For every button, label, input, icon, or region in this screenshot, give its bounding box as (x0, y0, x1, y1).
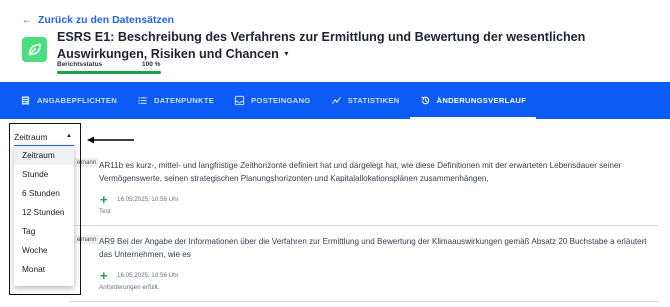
tab-datenpunkte[interactable]: DATENPUNKTE (127, 82, 224, 119)
entry-note: Anforderungen erfüllt. (99, 284, 160, 291)
page-title-text: ESRS E1: Beschreibung des Verfahrens zur… (57, 30, 586, 61)
tab-angabepflichten[interactable]: ANGABEPFLICHTEN (10, 82, 127, 119)
caret-down-icon[interactable]: ▾ (284, 49, 288, 58)
list-icon (138, 97, 147, 104)
tab-posteingang[interactable]: POSTEINGANG (224, 82, 320, 119)
divider (70, 225, 658, 226)
entry-note: Test (99, 208, 111, 215)
timeframe-select-value: Zeitraum (14, 132, 48, 142)
leaf-icon (22, 37, 47, 62)
menu-item-stunde[interactable]: Stunde (14, 165, 74, 184)
tab-aenderungsverlauf[interactable]: ÄNDERUNGSVERLAUF (409, 82, 537, 119)
divider (70, 301, 658, 302)
caret-up-icon: ▲ (66, 133, 72, 139)
menu-item-woche[interactable]: Woche (14, 241, 74, 260)
menu-item-12-stunden[interactable]: 12 Stunden (14, 203, 74, 222)
tab-statistiken[interactable]: STATISTIKEN (321, 82, 410, 119)
entry-text: AR9 Bei der Angabe der Informationen übe… (99, 237, 647, 259)
timeframe-menu: Zeitraum Stunde 6 Stunden 12 Stunden Tag… (14, 146, 74, 286)
menu-item-zeitraum[interactable]: Zeitraum (14, 146, 74, 165)
status-label: Berichtsstatus (57, 61, 103, 68)
status-percent: 100 % (142, 61, 161, 68)
arrow-left-icon: ← (22, 14, 32, 26)
annotation-arrow-icon (87, 136, 134, 144)
tab-label: POSTEINGANG (251, 96, 311, 105)
menu-item-6-stunden[interactable]: 6 Stunden (14, 184, 74, 203)
tab-label: ANGABEPFLICHTEN (37, 96, 118, 105)
chart-icon (331, 96, 341, 105)
status-progress-bar (57, 71, 161, 74)
tab-bar: ANGABEPFLICHTEN DATENPUNKTE POSTEINGANG … (0, 82, 670, 119)
tab-label: DATENPUNKTE (154, 96, 215, 105)
entry-date: 16.05.2025, 10:56 Uhr (117, 272, 179, 279)
entry-date: 16.05.2025, 10:56 Uhr (117, 196, 179, 203)
timeframe-select[interactable]: Zeitraum ▲ (14, 128, 74, 146)
menu-item-monat[interactable]: Monat (14, 260, 74, 279)
status-progress-fill (57, 71, 161, 74)
entry-text: AR11b es kurz-, mittel- und langfristige… (99, 161, 622, 183)
back-link-label: Zurück zu den Datensätzen (38, 14, 174, 26)
inbox-icon (234, 95, 245, 106)
history-icon (420, 96, 429, 105)
tab-label: ÄNDERUNGSVERLAUF (436, 96, 527, 105)
page-title[interactable]: ESRS E1: Beschreibung des Verfahrens zur… (57, 30, 657, 62)
back-link[interactable]: ← Zurück zu den Datensätzen (22, 14, 174, 26)
plus-icon: + (100, 268, 108, 283)
plus-icon: + (100, 192, 108, 207)
tab-label: STATISTIKEN (347, 96, 400, 105)
menu-item-tag[interactable]: Tag (14, 222, 74, 241)
document-icon (21, 96, 30, 105)
